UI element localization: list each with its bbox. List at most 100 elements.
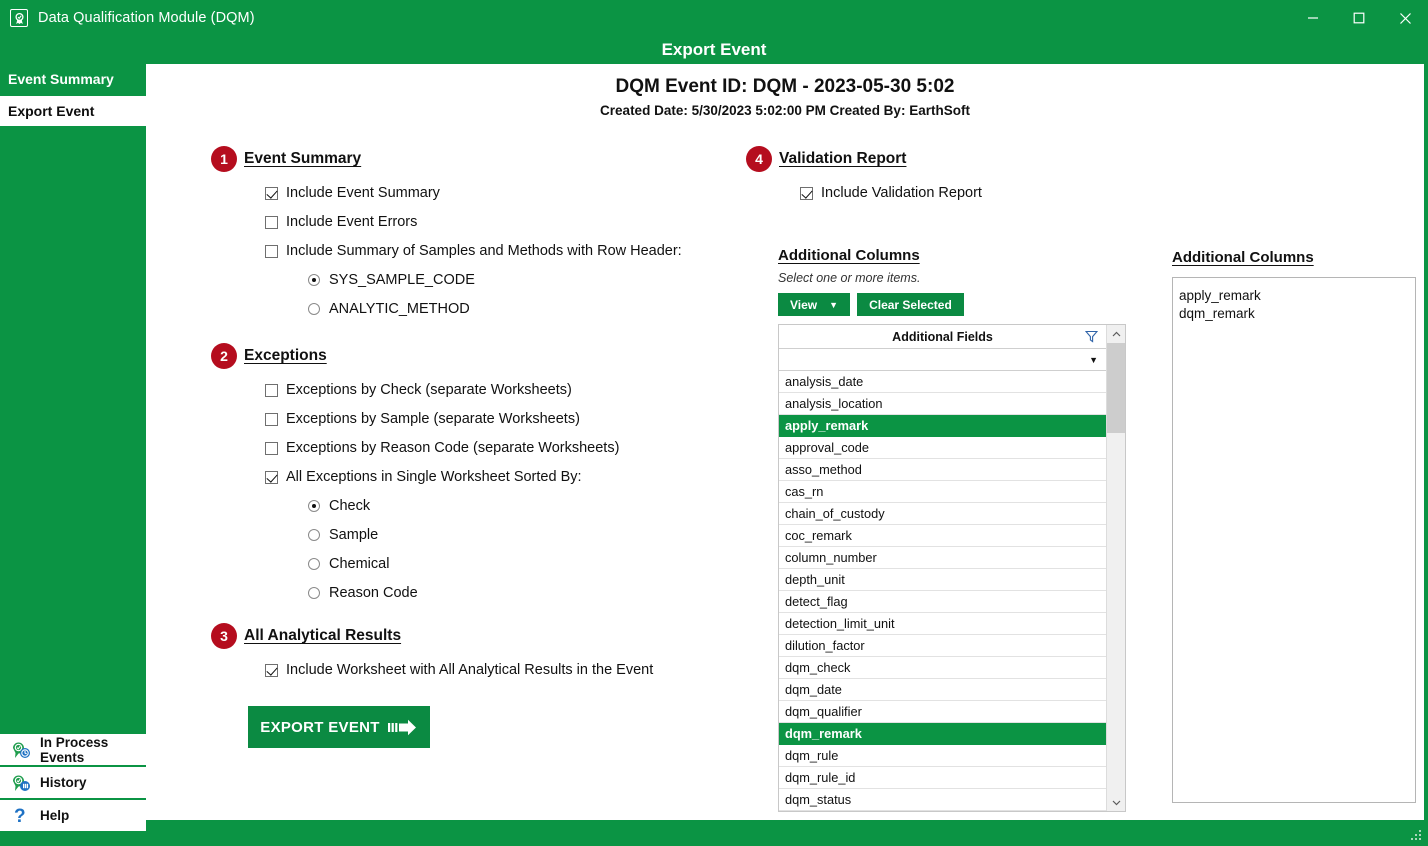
clear-selected-button-label: Clear Selected bbox=[869, 297, 952, 312]
validation-report-options: Include Validation Report bbox=[800, 185, 1126, 201]
radio-label: SYS_SAMPLE_CODE bbox=[329, 272, 475, 288]
checkbox-box bbox=[265, 244, 278, 258]
section-header-exceptions: 2 Exceptions bbox=[211, 343, 731, 369]
list-item[interactable]: detect_flag bbox=[779, 591, 1107, 613]
export-event-button[interactable]: EXPORT EVENT bbox=[248, 706, 430, 748]
maximize-icon[interactable] bbox=[1336, 0, 1382, 36]
checkbox-exceptions-by-check[interactable]: Exceptions by Check (separate Worksheets… bbox=[265, 382, 731, 398]
list-item[interactable]: dqm_date bbox=[779, 679, 1107, 701]
radio-sort-check[interactable]: Check bbox=[308, 498, 731, 514]
list-item[interactable]: cas_rn bbox=[779, 481, 1107, 503]
list-item[interactable]: dqm_check bbox=[779, 657, 1107, 679]
sidebar: Event Summary Export Event In Process Ev bbox=[0, 64, 146, 846]
additional-fields-filter-row[interactable]: ▼ bbox=[779, 349, 1107, 371]
checkbox-label: All Exceptions in Single Worksheet Sorte… bbox=[286, 469, 582, 485]
additional-columns-selected-box[interactable]: apply_remark dqm_remark bbox=[1172, 277, 1416, 803]
radio-sort-chemical[interactable]: Chemical bbox=[308, 556, 731, 572]
checkbox-label: Exceptions by Check (separate Worksheets… bbox=[286, 382, 572, 398]
history-icon bbox=[8, 771, 34, 795]
additional-columns-toolbar: View ▼ Clear Selected bbox=[778, 293, 1126, 316]
sidebar-item-event-summary[interactable]: Event Summary bbox=[0, 64, 146, 96]
radio-dot bbox=[308, 274, 320, 286]
list-item[interactable]: detection_limit_unit bbox=[779, 613, 1107, 635]
sidebar-item-history[interactable]: History bbox=[0, 767, 146, 800]
radio-sort-reason-code[interactable]: Reason Code bbox=[308, 585, 731, 601]
radio-analytic-method[interactable]: ANALYTIC_METHOD bbox=[308, 301, 731, 317]
list-item[interactable]: dqm_rule bbox=[779, 745, 1107, 767]
radio-dot bbox=[308, 529, 320, 541]
sidebar-item-help[interactable]: ? Help bbox=[0, 800, 146, 833]
sidebar-item-label: In Process Events bbox=[40, 734, 109, 765]
list-item[interactable]: dqm_qualifier bbox=[779, 701, 1107, 723]
list-item[interactable]: coc_remark bbox=[779, 525, 1107, 547]
resize-grip[interactable] bbox=[1407, 826, 1421, 840]
window-controls bbox=[1290, 0, 1428, 36]
radio-dot bbox=[308, 587, 320, 599]
radio-label: Reason Code bbox=[329, 585, 418, 601]
additional-fields-listbox[interactable]: Additional Fields ▼ analysis_date analys… bbox=[778, 324, 1126, 812]
radio-sort-sample[interactable]: Sample bbox=[308, 527, 731, 543]
export-event-button-label: EXPORT EVENT bbox=[260, 718, 380, 736]
in-process-events-icon bbox=[8, 738, 34, 762]
sidebar-item-label: History bbox=[40, 775, 87, 790]
list-item[interactable]: approval_code bbox=[779, 437, 1107, 459]
view-button-label: View bbox=[790, 297, 818, 312]
sidebar-item-label: Event Summary bbox=[8, 71, 114, 87]
section-title: Exceptions bbox=[244, 347, 327, 364]
sidebar-bottom-nav: In Process Events History ? Help bbox=[0, 734, 146, 833]
list-item[interactable]: analysis_date bbox=[779, 371, 1107, 393]
funnel-filter-icon[interactable] bbox=[1084, 330, 1099, 346]
checkbox-box bbox=[800, 186, 813, 200]
event-id-heading: DQM Event ID: DQM - 2023-05-30 5:02 bbox=[615, 76, 955, 97]
main-panel: DQM Event ID: DQM - 2023-05-30 5:02 Crea… bbox=[146, 64, 1424, 820]
exceptions-options: Exceptions by Check (separate Worksheets… bbox=[265, 382, 731, 601]
section-title: Validation Report bbox=[779, 150, 907, 167]
scrollbar-thumb[interactable] bbox=[1107, 343, 1126, 433]
chevron-down-icon[interactable] bbox=[1107, 793, 1126, 811]
checkbox-exceptions-by-reason-code[interactable]: Exceptions by Reason Code (separate Work… bbox=[265, 440, 731, 456]
checkbox-include-all-analytical-results[interactable]: Include Worksheet with All Analytical Re… bbox=[265, 662, 731, 678]
checkbox-box bbox=[265, 186, 278, 200]
list-item[interactable]: analysis_location bbox=[779, 393, 1107, 415]
view-button[interactable]: View ▼ bbox=[778, 293, 851, 316]
radio-dot bbox=[308, 558, 320, 570]
minimize-icon[interactable] bbox=[1290, 0, 1336, 36]
sidebar-item-label: Help bbox=[40, 808, 70, 823]
radio-sys-sample-code[interactable]: SYS_SAMPLE_CODE bbox=[308, 272, 731, 288]
award-badge-icon bbox=[10, 9, 28, 27]
additional-fields-column-header[interactable]: Additional Fields bbox=[779, 325, 1107, 349]
radio-dot bbox=[308, 303, 320, 315]
sidebar-item-in-process-events[interactable]: In Process Events bbox=[0, 734, 146, 767]
options-column-right: 4 Validation Report Include Validation R… bbox=[746, 146, 1126, 812]
checkbox-exceptions-by-sample[interactable]: Exceptions by Sample (separate Worksheet… bbox=[265, 411, 731, 427]
checkbox-include-summary-samples-methods[interactable]: Include Summary of Samples and Methods w… bbox=[265, 243, 731, 259]
radio-label: Chemical bbox=[329, 556, 390, 572]
list-item[interactable]: apply_remark bbox=[779, 415, 1107, 437]
event-meta-line: Created Date: 5/30/2023 5:02:00 PM Creat… bbox=[600, 103, 970, 118]
sort-by-radio-group: Check Sample Chemical Reason Code bbox=[308, 498, 731, 601]
chevron-up-icon[interactable] bbox=[1107, 325, 1126, 343]
list-item[interactable]: dqm_remark bbox=[779, 723, 1107, 745]
window-title: Data Qualification Module (DQM) bbox=[38, 10, 255, 26]
list-item[interactable]: column_number bbox=[779, 547, 1107, 569]
list-item[interactable]: dqm_rule_id bbox=[779, 767, 1107, 789]
chevron-down-icon[interactable]: ▼ bbox=[1089, 355, 1098, 365]
list-item[interactable]: asso_method bbox=[779, 459, 1107, 481]
list-item: apply_remark bbox=[1179, 288, 1261, 303]
checkbox-label: Exceptions by Sample (separate Worksheet… bbox=[286, 411, 580, 427]
list-scrollbar[interactable] bbox=[1106, 325, 1126, 811]
close-icon[interactable] bbox=[1382, 0, 1428, 36]
list-item[interactable]: dqm_status bbox=[779, 789, 1107, 811]
checkbox-include-event-errors[interactable]: Include Event Errors bbox=[265, 214, 731, 230]
checkbox-all-exceptions-single-worksheet[interactable]: All Exceptions in Single Worksheet Sorte… bbox=[265, 469, 731, 485]
section-badge: 4 bbox=[746, 146, 772, 172]
clear-selected-button[interactable]: Clear Selected bbox=[857, 293, 964, 316]
list-item[interactable]: dilution_factor bbox=[779, 635, 1107, 657]
event-summary-options: Include Event Summary Include Event Erro… bbox=[265, 185, 731, 317]
radio-dot bbox=[308, 500, 320, 512]
checkbox-include-event-summary[interactable]: Include Event Summary bbox=[265, 185, 731, 201]
list-item[interactable]: depth_unit bbox=[779, 569, 1107, 591]
sidebar-item-export-event[interactable]: Export Event bbox=[0, 96, 146, 128]
list-item[interactable]: chain_of_custody bbox=[779, 503, 1107, 525]
checkbox-include-validation-report[interactable]: Include Validation Report bbox=[800, 185, 1126, 201]
